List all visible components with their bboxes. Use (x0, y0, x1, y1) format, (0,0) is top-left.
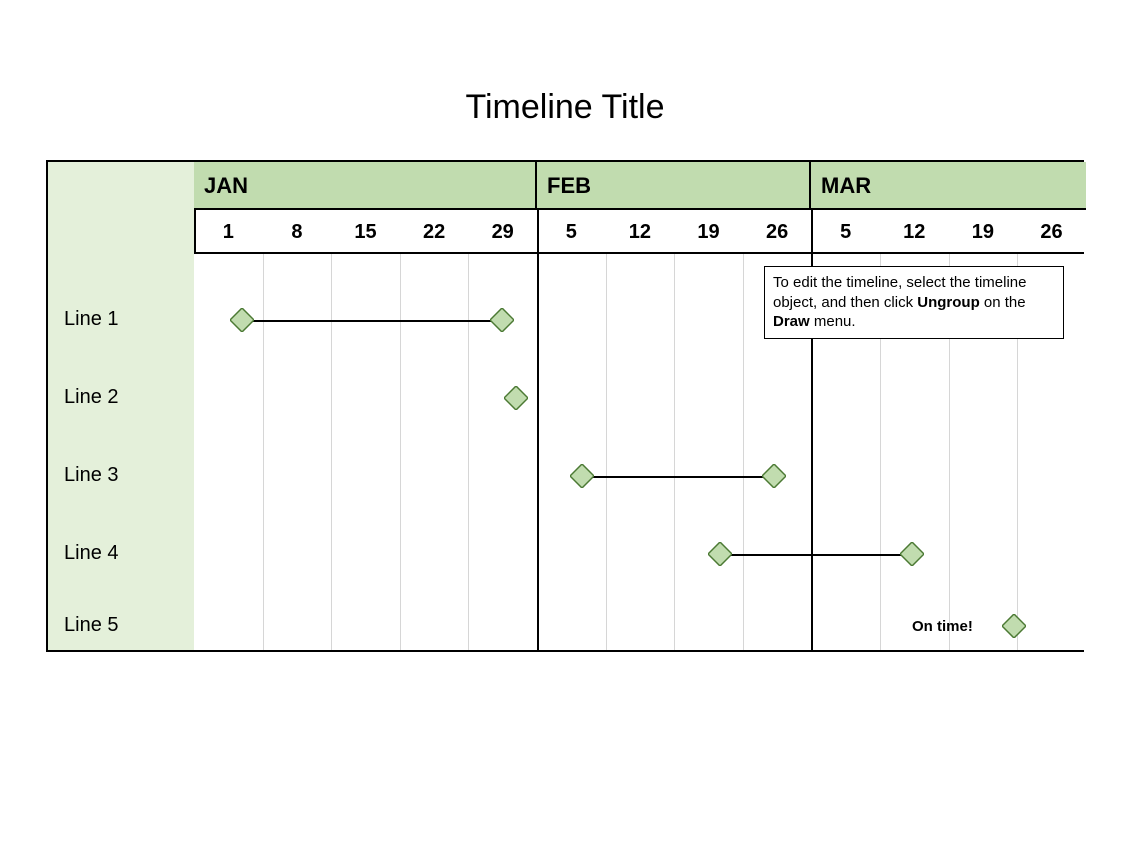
note-bold: Ungroup (917, 294, 979, 311)
milestone-diamond-icon[interactable] (708, 542, 732, 566)
day-header: 29 (468, 210, 537, 254)
task-connector (242, 320, 500, 322)
row-label: Line 2 (64, 386, 119, 409)
timeline-chart[interactable]: Line 1 Line 2 Line 3 Line 4 Line 5 JAN F… (46, 160, 1084, 652)
note-text: menu. (810, 313, 856, 330)
day-header: 19 (674, 210, 743, 254)
day-header-row: 1 8 15 22 29 5 12 19 26 5 12 19 26 (194, 210, 1084, 254)
row-label: Line 4 (64, 542, 119, 565)
day-header: 8 (263, 210, 332, 254)
day-header: 26 (1017, 210, 1086, 254)
timeline-grid: JAN FEB MAR 1 8 15 22 29 5 12 19 26 5 12… (194, 162, 1084, 650)
day-header: 19 (949, 210, 1018, 254)
day-header: 12 (880, 210, 949, 254)
month-header-feb: FEB (537, 162, 811, 210)
milestone-diamond-icon[interactable] (504, 386, 528, 410)
day-header: 26 (743, 210, 812, 254)
row-label: Line 5 (64, 614, 119, 637)
day-header: 5 (537, 210, 606, 254)
task-connector (582, 476, 772, 478)
note-bold: Draw (773, 313, 810, 330)
task-connector (720, 554, 910, 556)
instruction-note[interactable]: To edit the timeline, select the timelin… (764, 266, 1064, 339)
note-text: on the (980, 294, 1026, 311)
milestone-diamond-icon[interactable] (762, 464, 786, 488)
day-header: 5 (811, 210, 880, 254)
row-label-column: Line 1 Line 2 Line 3 Line 4 Line 5 (48, 162, 194, 650)
day-header: 22 (400, 210, 469, 254)
day-header: 12 (606, 210, 675, 254)
timeline-title: Timeline Title (0, 88, 1130, 127)
on-time-label: On time! (912, 618, 973, 635)
milestone-diamond-icon[interactable] (900, 542, 924, 566)
day-header: 1 (194, 210, 263, 254)
milestone-diamond-icon[interactable] (1002, 614, 1026, 638)
row-label: Line 3 (64, 464, 119, 487)
milestone-diamond-icon[interactable] (230, 308, 254, 332)
milestone-diamond-icon[interactable] (490, 308, 514, 332)
milestone-diamond-icon[interactable] (570, 464, 594, 488)
day-header: 15 (331, 210, 400, 254)
month-header-jan: JAN (194, 162, 537, 210)
row-label: Line 1 (64, 308, 119, 331)
month-header-mar: MAR (811, 162, 1086, 210)
